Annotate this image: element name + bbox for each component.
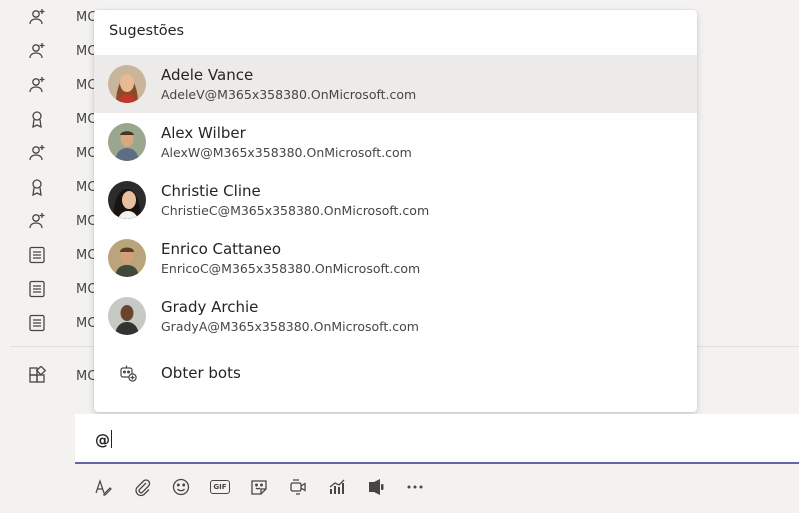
stream-icon (369, 479, 384, 495)
praise-icon (329, 479, 345, 494)
popup-title: Sugestões (109, 23, 185, 39)
suggestion-name: Enrico Cattaneo (161, 240, 282, 258)
person-add-icon (26, 210, 48, 232)
person-add-icon (26, 40, 48, 62)
person-add-icon (26, 74, 48, 96)
attach-button[interactable] (129, 474, 155, 500)
get-bots-label: Obter bots (161, 364, 241, 382)
apps-icon (26, 365, 48, 387)
list-icon (26, 312, 48, 334)
ribbon-icon (26, 176, 48, 198)
suggestion-name: Alex Wilber (161, 124, 246, 142)
gif-button[interactable]: GIF (207, 474, 233, 500)
stream-button[interactable] (363, 474, 389, 500)
attach-icon (135, 479, 151, 497)
get-bots-item[interactable]: Obter bots (94, 349, 697, 399)
more-options-button[interactable] (402, 474, 428, 500)
mention-suggestions-popup: Sugestões Adele Vance AdeleV@M365x358380… (94, 10, 697, 412)
suggestion-name: Adele Vance (161, 66, 254, 84)
list-icon (26, 278, 48, 300)
suggestion-item-christie-cline[interactable]: Christie Cline ChristieC@M365x358380.OnM… (94, 171, 697, 229)
suggestion-name: Christie Cline (161, 182, 261, 200)
suggestion-item-enrico-cattaneo[interactable]: Enrico Cattaneo EnricoC@M365x358380.OnMi… (94, 229, 697, 287)
avatar (108, 123, 146, 161)
meet-now-button[interactable] (285, 474, 311, 500)
suggestion-email: AdeleV@M365x358380.OnMicrosoft.com (161, 87, 417, 102)
compose-input-text: @ (95, 430, 112, 449)
person-add-icon (26, 142, 48, 164)
avatar (108, 65, 146, 103)
suggestion-email: EnricoC@M365x358380.OnMicrosoft.com (161, 261, 421, 276)
avatar (108, 181, 146, 219)
meet-now-icon (290, 479, 306, 495)
ribbon-icon (26, 108, 48, 130)
format-icon (95, 479, 112, 496)
list-icon (26, 244, 48, 266)
suggestion-item-adele-vance[interactable]: Adele Vance AdeleV@M365x358380.OnMicroso… (94, 55, 697, 113)
suggestion-item-alex-wilber[interactable]: Alex Wilber AlexW@M365x358380.OnMicrosof… (94, 113, 697, 171)
bot-add-icon (118, 363, 138, 383)
suggestion-email: ChristieC@M365x358380.OnMicrosoft.com (161, 203, 430, 218)
suggestion-email: GradyA@M365x358380.OnMicrosoft.com (161, 319, 419, 334)
suggestion-email: AlexW@M365x358380.OnMicrosoft.com (161, 145, 412, 160)
emoji-icon (172, 478, 190, 496)
sticker-button[interactable] (246, 474, 272, 500)
emoji-button[interactable] (168, 474, 194, 500)
more-options-icon (407, 485, 423, 489)
message-compose-box[interactable]: @ (75, 414, 799, 464)
avatar (108, 239, 146, 277)
suggestion-name: Grady Archie (161, 298, 259, 316)
praise-button[interactable] (324, 474, 350, 500)
gif-icon: GIF (210, 480, 230, 494)
avatar (108, 297, 146, 335)
compose-toolbar: GIF (90, 474, 441, 500)
sticker-icon (251, 480, 267, 495)
suggestion-item-grady-archie[interactable]: Grady Archie GradyA@M365x358380.OnMicros… (94, 287, 697, 345)
person-add-icon (26, 6, 48, 28)
text-caret (111, 430, 112, 448)
format-button[interactable] (90, 474, 116, 500)
